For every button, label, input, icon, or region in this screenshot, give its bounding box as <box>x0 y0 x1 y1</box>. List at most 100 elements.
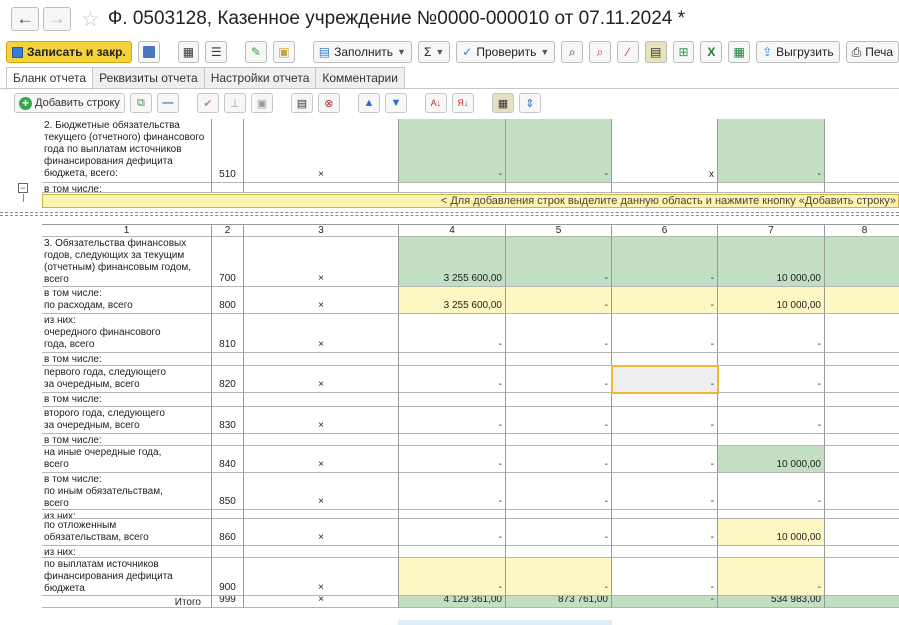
table-cell-c3[interactable]: × <box>244 446 399 473</box>
row-code[interactable] <box>212 393 244 407</box>
row-code[interactable] <box>212 546 244 558</box>
list-view-icon[interactable]: ☰ <box>205 41 228 63</box>
outline-collapse-icon[interactable]: − <box>18 183 28 193</box>
table-cell-v7[interactable] <box>718 393 825 407</box>
table-cell-v8[interactable] <box>825 596 899 608</box>
table-cell-c3[interactable]: × <box>244 407 399 434</box>
table-cell-v4[interactable]: - <box>399 314 506 353</box>
table-cell-c3[interactable]: × <box>244 287 399 314</box>
export-button[interactable]: ⇪ Выгрузить <box>756 41 840 63</box>
save-icon[interactable] <box>137 41 160 63</box>
table-cell-v7[interactable] <box>718 510 825 519</box>
grid-toggle-icon[interactable]: ▤ <box>644 41 667 63</box>
table-cell-c3[interactable] <box>244 183 399 193</box>
table-cell-v5[interactable]: - <box>506 119 612 183</box>
row-label[interactable]: в том числе: по иным обязательствам, все… <box>42 473 212 510</box>
table-cell-c3[interactable] <box>244 434 399 446</box>
table-cell-v8[interactable] <box>825 558 899 596</box>
find-icon[interactable]: ⌕ <box>561 41 584 63</box>
table-cell-v4[interactable] <box>399 546 506 558</box>
excel-export-icon[interactable]: ▦ <box>728 41 751 63</box>
table-cell-v8[interactable] <box>825 287 899 314</box>
table-cell-c3[interactable] <box>244 510 399 519</box>
fill-button[interactable]: ▤ Заполнить ▼ <box>312 41 412 63</box>
clear-mark-icon[interactable]: ⁄ <box>616 41 639 63</box>
table-cell-code[interactable]: 510 <box>212 119 244 183</box>
table-cell-v6[interactable]: - <box>612 407 718 434</box>
row-code[interactable]: 900 <box>212 558 244 596</box>
table-cell-v6[interactable]: - <box>612 473 718 510</box>
add-window-icon[interactable]: ⊞ <box>672 41 695 63</box>
table-cell-v8[interactable] <box>825 434 899 446</box>
back-button[interactable]: ← <box>11 7 39 31</box>
table-cell-code[interactable] <box>212 183 244 193</box>
forward-button[interactable]: → <box>43 7 71 31</box>
form-icon[interactable]: ▣ <box>250 93 273 113</box>
add-row-button[interactable]: + Добавить строку <box>14 93 125 113</box>
table-cell-label[interactable]: 2. Бюджетные обязательства текущего (отч… <box>42 119 212 183</box>
table-cell-v6[interactable]: - <box>612 314 718 353</box>
table-cell-c3[interactable] <box>244 353 399 366</box>
row-label[interactable]: второго года, следующего за очередным, в… <box>42 407 212 434</box>
table-cell-v7[interactable]: 10 000,00 <box>718 237 825 287</box>
table-cell-v8[interactable] <box>825 237 899 287</box>
row-label[interactable]: из них: <box>42 546 212 558</box>
table-cell-v5[interactable] <box>506 434 612 446</box>
table-cell-v6[interactable] <box>612 434 718 446</box>
table-cell-v6[interactable] <box>612 183 718 193</box>
row-code[interactable]: 810 <box>212 314 244 353</box>
table-cell-v4[interactable]: 3 255 600,00 <box>399 237 506 287</box>
row-code[interactable]: 820 <box>212 366 244 393</box>
table-cell-v4[interactable]: - <box>399 407 506 434</box>
table-cell-v4[interactable] <box>399 353 506 366</box>
group-icon[interactable]: ▦ <box>491 93 514 113</box>
table-cell-v4[interactable]: - <box>399 519 506 546</box>
table-cell-v6[interactable] <box>612 393 718 407</box>
table-cell-v7[interactable]: - <box>718 314 825 353</box>
table-cell-v7[interactable] <box>718 353 825 366</box>
sort-ascending-icon[interactable]: A↓ <box>424 93 447 113</box>
row-label[interactable]: на иные очередные года, всего <box>42 446 212 473</box>
table-cell-v8[interactable] <box>825 510 899 519</box>
table-cell-v5[interactable]: - <box>506 407 612 434</box>
table-cell-v7[interactable]: - <box>718 119 825 183</box>
table-cell-v8[interactable] <box>825 519 899 546</box>
table-cell-v4[interactable] <box>399 510 506 519</box>
table-cell-v5[interactable]: - <box>506 473 612 510</box>
row-label[interactable]: Итого <box>42 596 212 608</box>
sum-dropdown-button[interactable]: Σ ▼ <box>417 41 451 63</box>
table-cell-v5[interactable] <box>506 353 612 366</box>
table-cell-v4[interactable] <box>399 183 506 193</box>
table-cell-v4[interactable]: - <box>399 446 506 473</box>
clear-filter-icon[interactable]: ⊗ <box>317 93 340 113</box>
table-cell-v4[interactable]: - <box>399 558 506 596</box>
row-code[interactable]: 840 <box>212 446 244 473</box>
column-settings-icon[interactable]: ⇕ <box>518 93 541 113</box>
table-cell-c3[interactable]: × <box>244 237 399 287</box>
row-label[interactable]: первого года, следующего за очередным, в… <box>42 366 212 393</box>
table-cell-v4[interactable]: - <box>399 119 506 183</box>
row-code[interactable] <box>212 510 244 519</box>
row-code[interactable]: 800 <box>212 287 244 314</box>
table-cell-v8[interactable] <box>825 366 899 393</box>
table-cell-v5[interactable]: - <box>506 519 612 546</box>
table-cell-v7[interactable] <box>718 434 825 446</box>
row-label[interactable]: по отложенным обязательствам, всего <box>42 519 212 546</box>
row-code[interactable]: 830 <box>212 407 244 434</box>
print-button[interactable]: ⎙ Печа <box>845 41 899 63</box>
table-cell-v7[interactable]: - <box>718 558 825 596</box>
table-cell-v5[interactable]: - <box>506 237 612 287</box>
table-cell-v7[interactable]: 10 000,00 <box>718 287 825 314</box>
table-cell-v6[interactable]: - <box>612 596 718 608</box>
table-cell-v7[interactable]: - <box>718 473 825 510</box>
table-cell-v5[interactable]: - <box>506 558 612 596</box>
row-code[interactable]: 860 <box>212 519 244 546</box>
add-row-hint-banner[interactable]: < Для добавления строк выделите данную о… <box>42 194 899 208</box>
tab-report-form[interactable]: Бланк отчета <box>6 67 94 90</box>
table-cell-v8[interactable] <box>825 546 899 558</box>
table-cell-v5[interactable]: - <box>506 446 612 473</box>
table-cell-v6[interactable]: - <box>612 446 718 473</box>
attach-icon[interactable]: ▣ <box>272 41 295 63</box>
table-cell-v8[interactable] <box>825 119 899 183</box>
table-cell-v5[interactable]: - <box>506 366 612 393</box>
